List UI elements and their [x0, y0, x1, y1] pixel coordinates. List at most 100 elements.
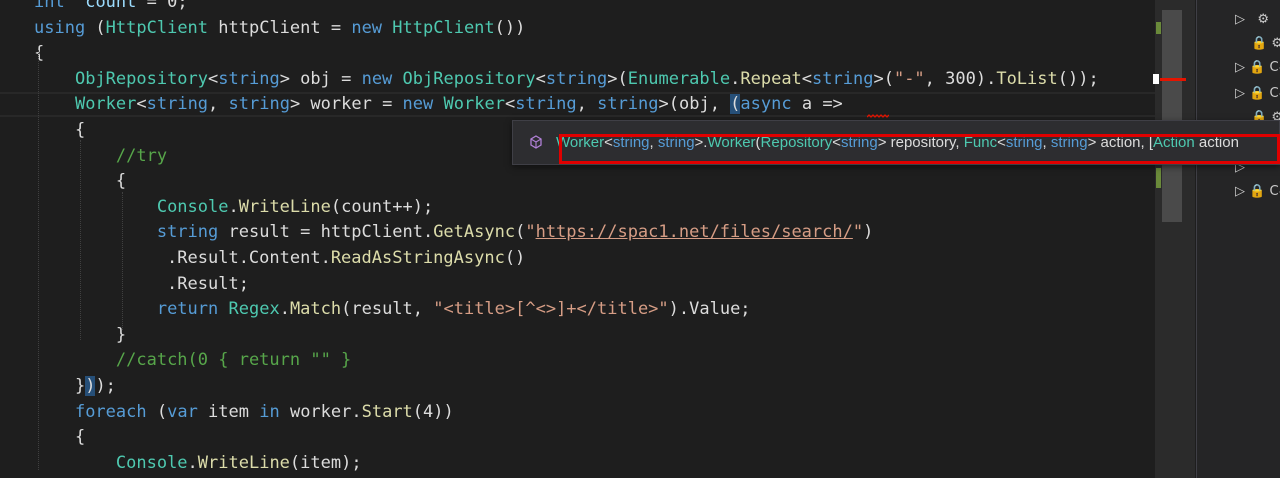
code-token: var: [167, 401, 198, 422]
code-token: ObjRepository: [74, 68, 209, 89]
code-token: (4)): [412, 401, 454, 422]
indent-guide: [80, 140, 81, 340]
solution-tree-item[interactable]: 🔒 ⚙: [1251, 36, 1280, 51]
code-line[interactable]: //try: [34, 144, 167, 170]
code-line[interactable]: //catch(0 { return "" }: [34, 348, 351, 374]
code-token: .Result;: [34, 273, 249, 294]
code-token: > worker =: [289, 94, 403, 115]
code-token: WriteLine: [238, 196, 331, 217]
code-token: );: [95, 376, 116, 396]
indent-guide: [122, 192, 123, 330]
code-token: (: [85, 17, 106, 38]
code-line[interactable]: }));: [34, 374, 116, 400]
code-token: string: [156, 222, 219, 243]
code-token: (: [730, 94, 741, 115]
solution-explorer[interactable]: ▷ ⚙🔒 ⚙▷ 🔒 C#▷ 🔒 C#🔒 ⚙▷▷ 🔒 C#: [1196, 0, 1280, 478]
code-token: (result,: [341, 299, 434, 320]
code-token: .Result.Content.: [34, 248, 331, 268]
code-token: >(: [873, 68, 894, 89]
code-token: string: [228, 94, 290, 115]
code-token: >(obj,: [658, 94, 731, 115]
code-token: result = httpClient.: [218, 222, 434, 243]
code-token: ,: [208, 94, 229, 115]
code-line[interactable]: int count = 0;: [34, 0, 188, 16]
solution-tree-item[interactable]: ▷ 🔒 C#: [1235, 86, 1280, 101]
code-token: {: [34, 43, 45, 64]
code-token: (: [515, 222, 526, 243]
code-token: a =>: [791, 94, 843, 115]
code-token: (count++);: [330, 196, 434, 217]
code-token: Start: [361, 401, 413, 422]
code-token: Worker: [74, 94, 137, 115]
code-token: .: [228, 196, 239, 217]
code-token: return: [156, 299, 219, 320]
code-token: Enumerable: [627, 68, 731, 89]
code-line[interactable]: Console.WriteLine(count++);: [34, 195, 433, 221]
code-token: .: [730, 68, 741, 89]
code-line[interactable]: {: [34, 118, 85, 144]
code-token: Regex: [228, 299, 280, 320]
code-line[interactable]: Worker<string, string> worker = new Work…: [34, 92, 843, 118]
solution-tree-item[interactable]: ▷ 🔒 C#: [1235, 60, 1280, 75]
solution-tree-item[interactable]: ▷ 🔒 C#: [1235, 184, 1280, 199]
code-token: <: [801, 68, 813, 89]
code-token: Worker: [443, 94, 505, 115]
code-token: item: [197, 401, 260, 422]
code-token: ToList: [996, 68, 1058, 89]
code-token: GetAsync: [433, 222, 516, 243]
code-line[interactable]: using (HttpClient httpClient = new HttpC…: [34, 16, 525, 42]
code-token: new: [402, 94, 434, 115]
code-token: "-": [893, 68, 925, 89]
code-token: https://spac1.net/files/search/: [535, 222, 853, 243]
code-line[interactable]: return Regex.Match(result, "<title>[^<>]…: [34, 297, 751, 323]
method-cube-icon: [530, 135, 542, 149]
code-token: ,: [576, 94, 598, 115]
code-token: string: [545, 68, 608, 89]
code-token: foreach: [74, 401, 147, 422]
code-token: >(: [607, 68, 628, 89]
code-line[interactable]: ObjRepository<string> obj = new ObjRepos…: [34, 67, 1099, 93]
error-marker: [1160, 78, 1186, 81]
caret-marker: [1153, 74, 1159, 84]
error-squiggle: [867, 114, 889, 118]
code-line[interactable]: {: [34, 425, 85, 451]
code-token: .: [279, 299, 290, 320]
code-token: string: [218, 68, 280, 89]
indent-guide: [38, 50, 39, 470]
code-token: ()): [494, 17, 526, 38]
code-token: Match: [289, 299, 342, 320]
scrollbar-thumb[interactable]: [1162, 10, 1182, 222]
code-token: }: [34, 376, 86, 396]
code-line[interactable]: .Result;: [34, 272, 249, 298]
code-line[interactable]: .Result.Content.ReadAsStringAsync(): [34, 246, 525, 272]
code-token: new: [351, 17, 383, 38]
code-token: ).Value;: [668, 299, 751, 320]
code-token: ());: [1057, 68, 1099, 89]
solution-tree-item[interactable]: ▷ ⚙: [1235, 12, 1269, 27]
code-line[interactable]: string result = httpClient.GetAsync("htt…: [34, 220, 874, 246]
code-token: new: [361, 68, 393, 89]
change-marker: [1156, 168, 1161, 188]
code-token: <: [504, 94, 516, 115]
code-token: Repeat: [740, 68, 802, 89]
code-line[interactable]: {: [34, 41, 44, 67]
code-editor[interactable]: int count = 0; using (HttpClient httpClie…: [0, 0, 1155, 478]
code-line[interactable]: foreach (var item in worker.Start(4)): [34, 400, 454, 426]
code-line[interactable]: Console.WriteLine(item);: [34, 451, 362, 477]
code-token: ): [85, 376, 96, 396]
code-token: <: [208, 68, 219, 89]
code-token: Console: [156, 196, 229, 217]
code-token: string: [515, 94, 577, 115]
code-token: string: [146, 94, 209, 115]
code-token: //try: [115, 145, 168, 166]
code-token: .: [187, 452, 198, 473]
code-token: {: [34, 120, 86, 140]
